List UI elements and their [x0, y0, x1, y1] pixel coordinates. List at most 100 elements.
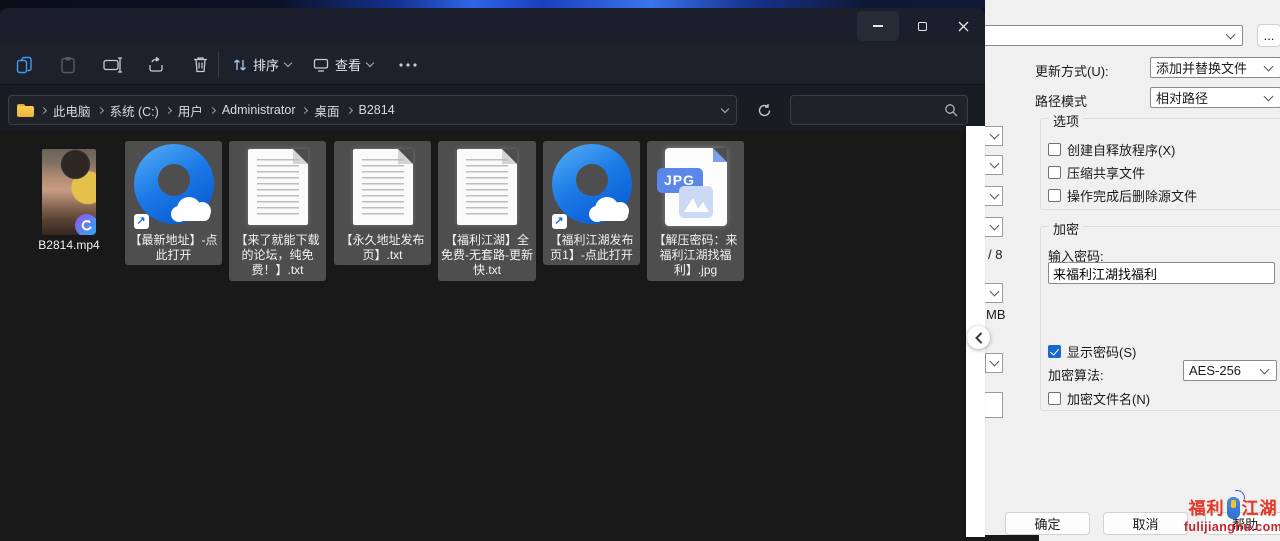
file-tile-shortcut[interactable]: ↗ 【最新地址】-点此打开 — [125, 141, 222, 265]
hidden-combo-fragment[interactable] — [985, 186, 1003, 206]
rename-icon — [103, 57, 122, 73]
share-icon — [147, 56, 165, 73]
paste-button[interactable] — [50, 48, 86, 81]
file-list-area[interactable]: B2814.mp4 — [0, 130, 985, 541]
encryption-group-label: 加密 — [1049, 219, 1083, 238]
option-compress-shared[interactable]: 压缩共享文件 — [1048, 163, 1145, 182]
file-name: 【最新地址】-点此打开 — [125, 233, 222, 263]
file-tile-shortcut[interactable]: ↗ 【福利江湖发布页1】-点此打开 — [543, 141, 640, 265]
fulijianghu-watermark: 福利 江湖 fulijianghu.com — [1183, 494, 1280, 534]
checkbox-unchecked-icon[interactable] — [1048, 189, 1061, 202]
show-password-checkbox[interactable]: 显示密码(S) — [1048, 342, 1136, 361]
more-options-button[interactable] — [390, 48, 426, 81]
chevron-down-icon — [1264, 61, 1274, 71]
file-name: 【福利江湖】全免费-无套路-更新快.txt — [438, 233, 536, 278]
file-name: 【来了就能下载的论坛，纯免费！】.txt — [229, 233, 326, 278]
hidden-combo-fragment[interactable] — [985, 283, 1003, 303]
breadcrumb-drive-c[interactable]: 系统 (C:) — [110, 101, 159, 120]
copy-icon — [16, 56, 33, 74]
collapse-panel-button[interactable] — [967, 326, 990, 349]
breadcrumb-current-folder[interactable]: B2814 — [359, 103, 395, 117]
view-label: 查看 — [335, 55, 361, 74]
hidden-combo-fragment[interactable] — [985, 155, 1003, 175]
toolbar-divider — [218, 52, 219, 77]
address-dropdown-icon[interactable] — [721, 104, 729, 112]
file-tile-txt[interactable]: 【福利江湖】全免费-无套路-更新快.txt — [438, 141, 536, 281]
search-input[interactable] — [790, 95, 968, 125]
sort-label: 排序 — [253, 55, 279, 74]
monitor-icon — [313, 58, 329, 72]
checkbox-unchecked-icon[interactable] — [1048, 392, 1061, 405]
option-create-sfx[interactable]: 创建自释放程序(X) — [1048, 140, 1175, 159]
encryption-method-label: 加密算法: — [1048, 365, 1104, 384]
file-name: 【解压密码：来福利江湖找福利】.jpg — [647, 233, 744, 278]
memory-usage-fragment: MB — [986, 307, 1006, 322]
encrypt-filenames-checkbox[interactable]: 加密文件名(N) — [1048, 389, 1150, 408]
file-tile-txt[interactable]: 【来了就能下载的论坛，纯免费！】.txt — [229, 141, 326, 281]
breadcrumb-users[interactable]: 用户 — [178, 101, 203, 120]
chevron-down-icon — [284, 59, 292, 67]
breadcrumb-desktop[interactable]: 桌面 — [314, 101, 339, 120]
hidden-combo-fragment[interactable] — [985, 353, 1003, 373]
trash-icon — [193, 56, 208, 73]
file-tile-jpg[interactable]: JPG 【解压密码：来福利江湖找福利】.jpg — [647, 141, 744, 281]
mouse-icon — [1227, 497, 1240, 519]
close-button[interactable] — [943, 11, 983, 41]
archive-name-combo[interactable] — [985, 25, 1243, 46]
maximize-icon — [918, 22, 927, 31]
breadcrumb-separator-icon — [165, 106, 172, 113]
sort-arrows-icon — [233, 58, 247, 72]
minimize-button[interactable] — [857, 11, 899, 41]
browse-button[interactable]: ... — [1257, 24, 1280, 47]
ok-button[interactable]: 确定 — [1005, 512, 1090, 535]
qq-browser-icon: ↗ — [550, 143, 634, 231]
chevron-down-icon — [990, 357, 1000, 367]
breadcrumb-this-pc[interactable]: 此电脑 — [53, 101, 91, 120]
view-button[interactable]: 查看 — [310, 48, 376, 81]
copy-button[interactable] — [6, 48, 42, 81]
file-tile-video[interactable]: B2814.mp4 — [28, 146, 110, 253]
password-input[interactable] — [1048, 262, 1275, 284]
checkbox-checked-icon[interactable] — [1048, 345, 1061, 358]
maximize-button[interactable] — [901, 11, 943, 41]
breadcrumb-administrator[interactable]: Administrator — [222, 103, 296, 117]
screen: ... 更新方式(U): 添加并替换文件 路径模式 相对路径 选项 创建自释放程… — [0, 0, 1280, 541]
delete-button[interactable] — [182, 48, 218, 81]
share-button[interactable] — [138, 48, 174, 81]
hidden-combo-fragment[interactable] — [985, 217, 1003, 237]
refresh-button[interactable] — [748, 95, 780, 125]
file-tile-txt[interactable]: 【永久地址发布页】.txt — [334, 141, 431, 265]
show-password-label: 显示密码(S) — [1067, 342, 1136, 361]
path-mode-label: 路径模式 — [1035, 91, 1087, 110]
chevron-down-icon — [366, 59, 374, 67]
watermark-text-left: 福利 — [1189, 494, 1225, 519]
file-name: B2814.mp4 — [28, 238, 110, 253]
video-thumbnail — [42, 149, 96, 235]
checkbox-unchecked-icon[interactable] — [1048, 143, 1061, 156]
search-icon — [944, 103, 958, 117]
option-delete-after[interactable]: 操作完成后删除源文件 — [1048, 186, 1197, 205]
watermark-text-right: 江湖 — [1242, 494, 1278, 519]
hidden-field-fragment[interactable] — [985, 392, 1003, 418]
option-compress-shared-label: 压缩共享文件 — [1067, 163, 1145, 182]
option-create-sfx-label: 创建自释放程序(X) — [1067, 140, 1175, 159]
path-mode-combo[interactable]: 相对路径 — [1150, 87, 1280, 108]
path-mode-value: 相对路径 — [1151, 88, 1265, 107]
cpu-threads-fragment: / 8 — [988, 247, 1002, 262]
command-toolbar: 排序 查看 — [0, 44, 985, 85]
chevron-down-icon — [990, 190, 1000, 200]
player-badge-icon — [75, 214, 96, 235]
cancel-button[interactable]: 取消 — [1103, 512, 1188, 535]
rename-button[interactable] — [94, 48, 130, 81]
encryption-method-combo[interactable]: AES-256 — [1183, 360, 1277, 381]
sort-button[interactable]: 排序 — [228, 48, 296, 81]
update-mode-combo[interactable]: 添加并替换文件 — [1150, 57, 1280, 78]
archive-dialog: ... 更新方式(U): 添加并替换文件 路径模式 相对路径 选项 创建自释放程… — [985, 0, 1280, 541]
file-explorer-window: 排序 查看 此电脑 — [0, 8, 985, 541]
hidden-combo-fragment[interactable] — [985, 126, 1003, 146]
titlebar[interactable] — [0, 8, 985, 44]
chevron-down-icon — [1260, 364, 1270, 374]
txt-file-icon — [248, 149, 308, 225]
checkbox-unchecked-icon[interactable] — [1048, 166, 1061, 179]
address-bar[interactable]: 此电脑 系统 (C:) 用户 Administrator 桌面 B2814 — [8, 95, 737, 125]
